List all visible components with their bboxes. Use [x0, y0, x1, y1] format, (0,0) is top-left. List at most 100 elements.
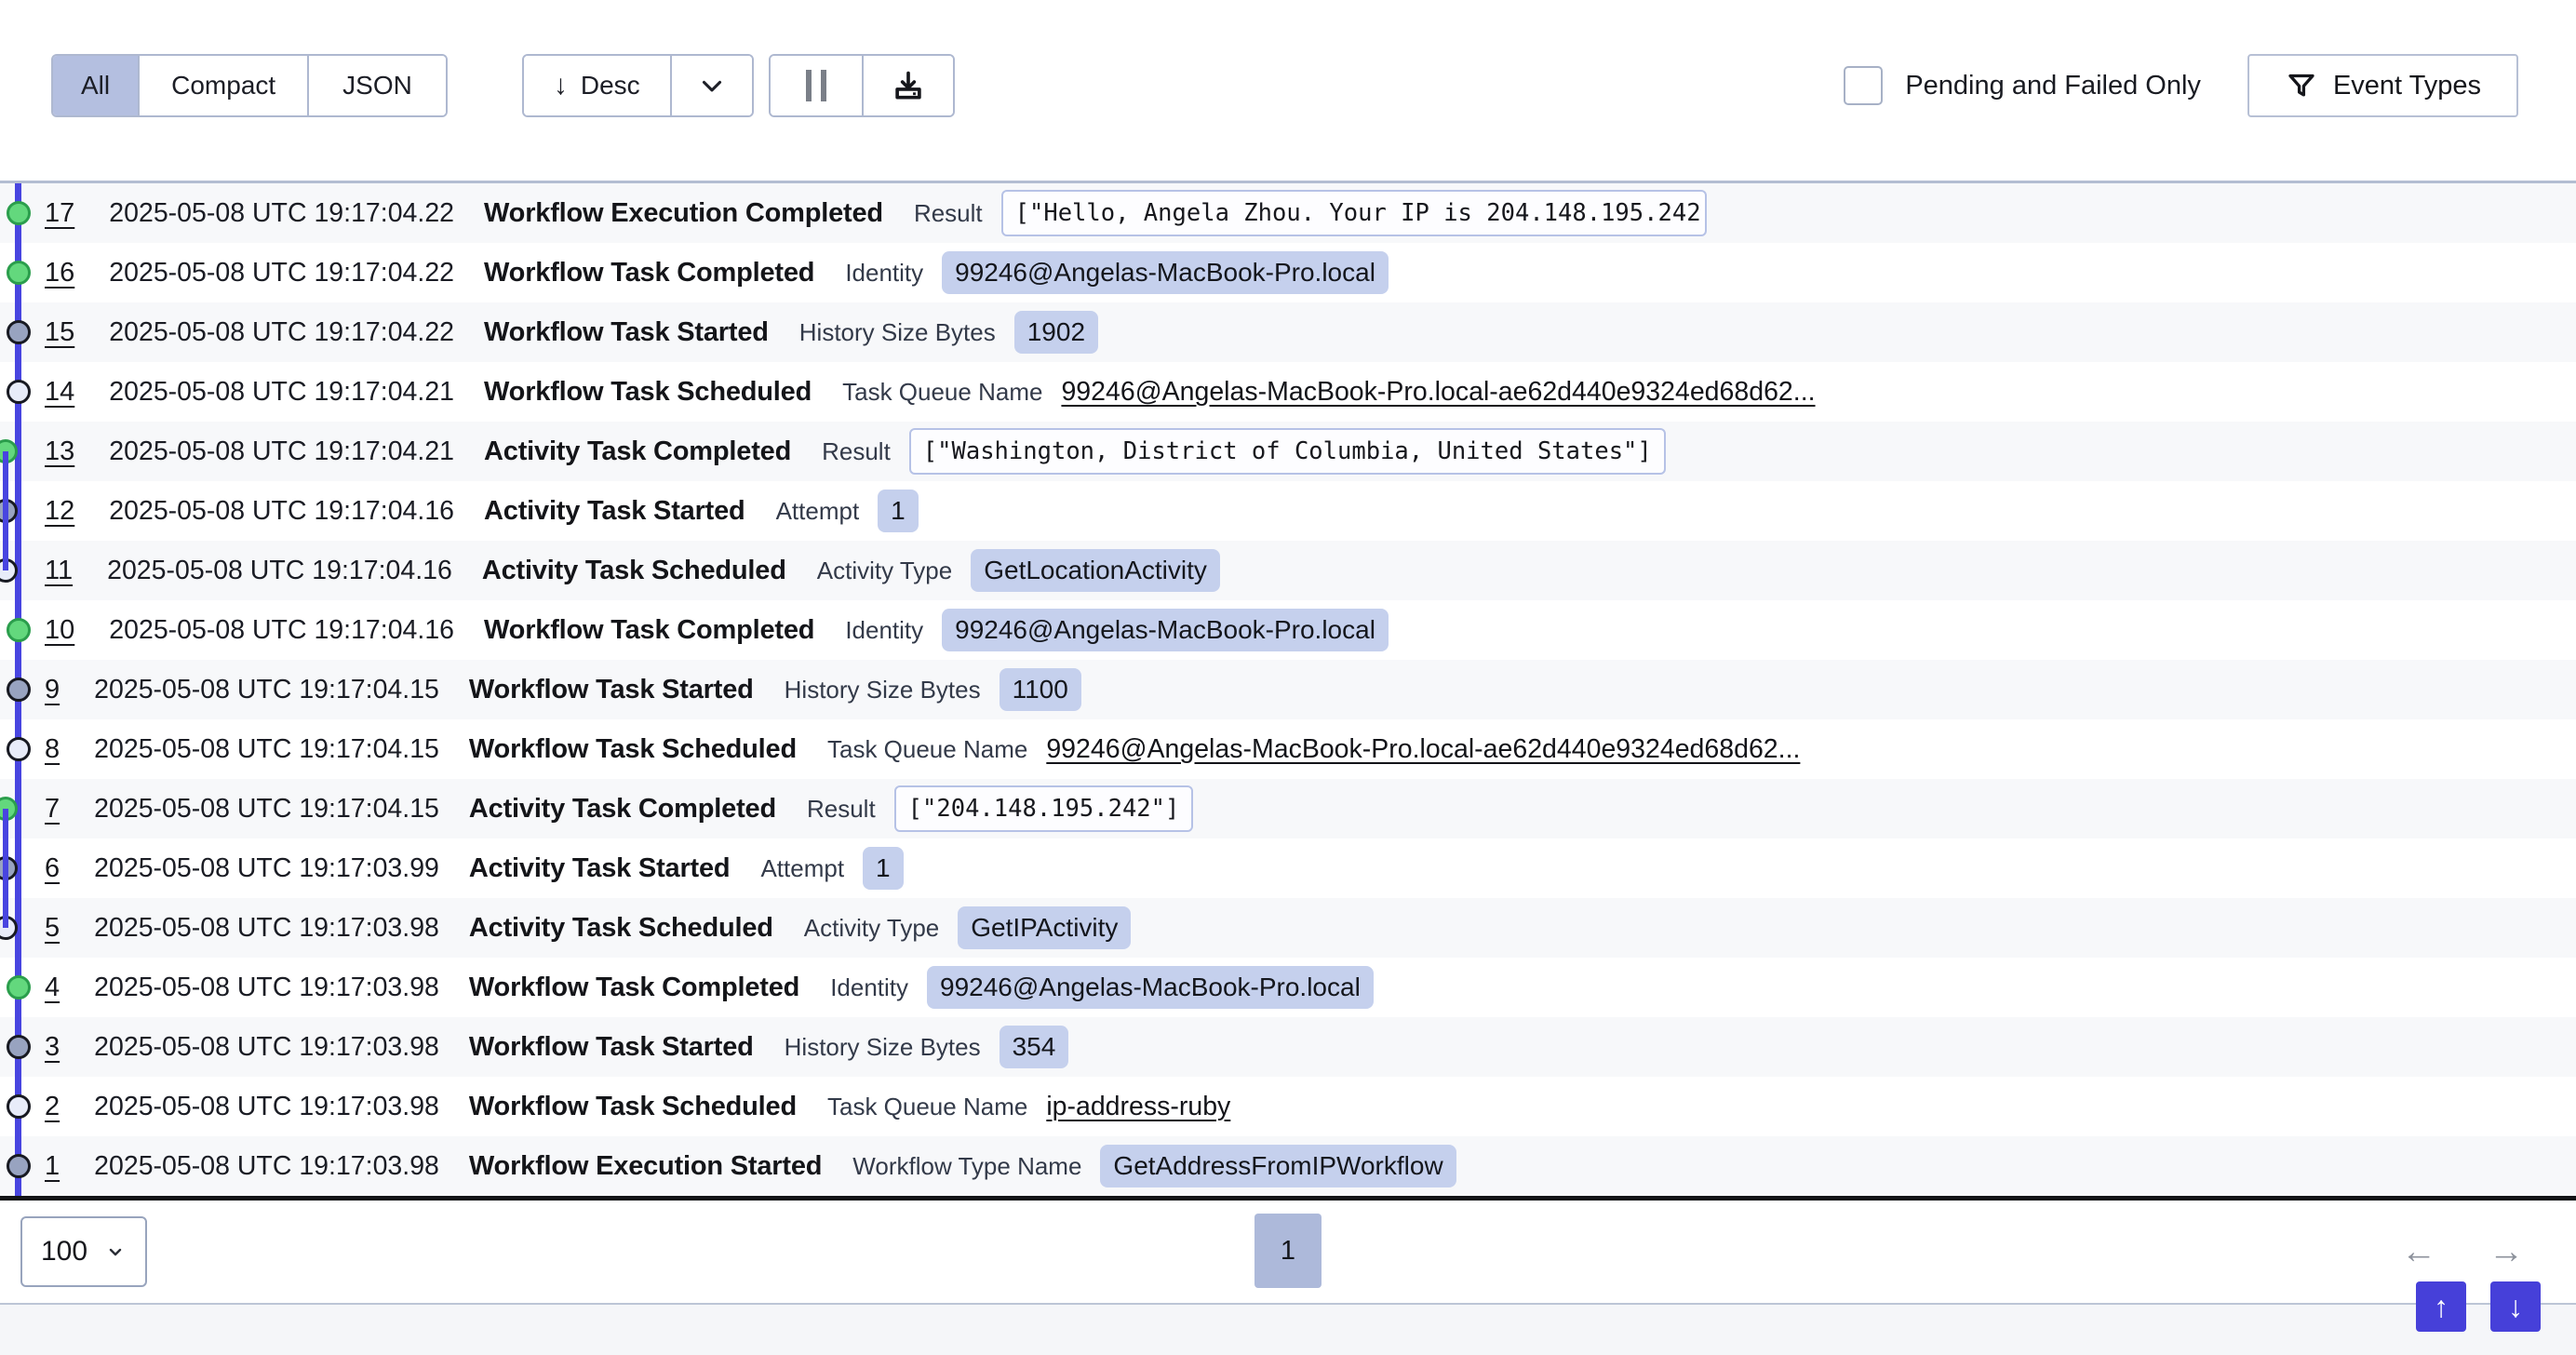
event-row[interactable]: 122025-05-08 UTC 19:17:04.16Activity Tas… — [0, 481, 2576, 541]
event-id-link[interactable]: 8 — [45, 734, 60, 765]
download-button[interactable] — [862, 56, 953, 115]
scroll-to-top-button[interactable]: ↑ — [2416, 1281, 2466, 1332]
chevron-down-icon — [104, 1241, 127, 1263]
event-history-table: 172025-05-08 UTC 19:17:04.22Workflow Exe… — [0, 183, 2576, 1196]
event-row[interactable]: 72025-05-08 UTC 19:17:04.15Activity Task… — [0, 779, 2576, 838]
arrow-up-icon: ↑ — [2434, 1290, 2449, 1324]
event-detail-label: Task Queue Name — [842, 378, 1042, 407]
event-detail-label: Attempt — [760, 854, 844, 883]
event-id-link[interactable]: 1 — [45, 1151, 60, 1182]
event-id-link[interactable]: 4 — [45, 973, 60, 1003]
event-row[interactable]: 32025-05-08 UTC 19:17:03.98Workflow Task… — [0, 1017, 2576, 1077]
event-id-link[interactable]: 12 — [45, 496, 74, 527]
task-queue-link[interactable]: 99246@Angelas-MacBook-Pro.local-ae62d440… — [1046, 734, 1800, 765]
event-row[interactable]: 102025-05-08 UTC 19:17:04.16Workflow Tas… — [0, 600, 2576, 660]
event-id-link[interactable]: 16 — [45, 258, 74, 288]
event-id-link[interactable]: 9 — [45, 675, 60, 705]
event-id-link[interactable]: 10 — [45, 615, 74, 646]
event-id-link[interactable]: 5 — [45, 913, 60, 944]
event-name: Activity Task Completed — [469, 794, 776, 825]
pause-button[interactable] — [771, 56, 862, 115]
task-queue-link[interactable]: ip-address-ruby — [1046, 1092, 1230, 1122]
event-id-link[interactable]: 14 — [45, 377, 74, 408]
event-id-link[interactable]: 7 — [45, 794, 60, 825]
event-name: Workflow Task Started — [484, 317, 769, 348]
event-row[interactable]: 52025-05-08 UTC 19:17:03.98Activity Task… — [0, 898, 2576, 958]
event-detail-value: GetAddressFromIPWorkflow — [1100, 1145, 1456, 1187]
event-name: Workflow Task Scheduled — [469, 734, 797, 765]
sort-direction-button[interactable]: ↓ Desc — [524, 56, 670, 115]
event-id-link[interactable]: 6 — [45, 853, 60, 884]
sort-options-dropdown-button[interactable] — [670, 56, 752, 115]
event-row[interactable]: 82025-05-08 UTC 19:17:04.15Workflow Task… — [0, 719, 2576, 779]
event-detail-badge: 1 — [863, 847, 904, 890]
event-id-link[interactable]: 2 — [45, 1092, 60, 1122]
event-timestamp: 2025-05-08 UTC 19:17:04.16 — [107, 556, 452, 586]
previous-page-button[interactable]: ← — [2401, 1234, 2436, 1269]
event-detail-value: 99246@Angelas-MacBook-Pro.local-ae62d440… — [1046, 734, 1800, 765]
event-detail-value: ["204.148.195.242"] — [894, 785, 1194, 832]
event-row[interactable]: 22025-05-08 UTC 19:17:03.98Workflow Task… — [0, 1077, 2576, 1136]
event-detail-label: Identity — [845, 259, 923, 288]
event-id-link[interactable]: 11 — [45, 556, 73, 586]
event-detail-label: History Size Bytes — [799, 318, 996, 347]
event-name: Workflow Task Completed — [469, 973, 799, 1003]
event-row[interactable]: 15 2025-05-08 UTC 19:17:04.22 Workflow Tas… — [0, 302, 2576, 362]
event-timestamp: 2025-05-08 UTC 19:17:04.22 — [109, 317, 454, 348]
event-detail-value: ["Hello, Angela Zhou. Your IP is 204.148… — [1001, 190, 1707, 236]
event-row[interactable]: 92025-05-08 UTC 19:17:04.15Workflow Task… — [0, 660, 2576, 719]
event-detail-label: Identity — [845, 616, 923, 645]
event-id-link[interactable]: 13 — [45, 436, 74, 467]
event-timestamp: 2025-05-08 UTC 19:17:03.98 — [94, 973, 439, 1003]
scroll-to-bottom-button[interactable]: ↓ — [2490, 1281, 2541, 1332]
event-detail-label: Activity Type — [817, 557, 952, 585]
event-detail-label: History Size Bytes — [785, 1033, 981, 1062]
arrow-right-icon: → — [2489, 1232, 2524, 1271]
event-row[interactable]: 132025-05-08 UTC 19:17:04.21Activity Tas… — [0, 422, 2576, 481]
event-name: Workflow Execution Completed — [484, 198, 883, 229]
event-timestamp: 2025-05-08 UTC 19:17:04.22 — [109, 258, 454, 288]
event-row[interactable]: 12025-05-08 UTC 19:17:03.98Workflow Exec… — [0, 1136, 2576, 1196]
event-timestamp: 2025-05-08 UTC 19:17:03.98 — [94, 1092, 439, 1122]
page-size-value: 100 — [41, 1236, 87, 1268]
arrow-down-icon: ↓ — [2508, 1290, 2523, 1324]
event-detail-label: Workflow Type Name — [852, 1152, 1081, 1181]
next-page-button[interactable]: → — [2489, 1234, 2524, 1269]
current-page-button[interactable]: 1 — [1254, 1214, 1322, 1288]
toolbar-right-cluster: Pending and Failed Only Event Types — [1844, 54, 2518, 117]
event-name: Activity Task Scheduled — [469, 913, 773, 944]
event-detail-value: 354 — [1000, 1026, 1069, 1068]
event-row[interactable]: 142025-05-08 UTC 19:17:04.21Workflow Tas… — [0, 362, 2576, 422]
task-queue-link[interactable]: 99246@Angelas-MacBook-Pro.local-ae62d440… — [1061, 377, 1815, 408]
event-row[interactable]: 62025-05-08 UTC 19:17:03.99Activity Task… — [0, 838, 2576, 898]
event-types-filter-button[interactable]: Event Types — [2247, 54, 2518, 117]
event-id-link[interactable]: 3 — [45, 1032, 60, 1063]
event-result-code: ["Washington, District of Columbia, Unit… — [909, 428, 1666, 475]
event-detail-label: Activity Type — [804, 914, 939, 943]
view-tab-group: All Compact JSON — [51, 54, 448, 117]
pagination-footer: 100 1 ← → — [0, 1201, 2576, 1305]
event-timestamp: 2025-05-08 UTC 19:17:03.99 — [94, 853, 439, 884]
event-row[interactable]: 172025-05-08 UTC 19:17:04.22Workflow Exe… — [0, 183, 2576, 243]
event-row[interactable]: 112025-05-08 UTC 19:17:04.16Activity Tas… — [0, 541, 2576, 600]
event-detail-value: 1902 — [1014, 311, 1098, 354]
event-detail-badge: 99246@Angelas-MacBook-Pro.local — [927, 966, 1374, 1009]
event-timestamp: 2025-05-08 UTC 19:17:04.21 — [109, 436, 454, 467]
pager-arrows: ← → — [2401, 1234, 2524, 1269]
tab-compact-label: Compact — [171, 71, 275, 101]
tab-json[interactable]: JSON — [307, 56, 446, 115]
event-row[interactable]: 4 2025-05-08 UTC 19:17:03.98 Workflow Task… — [0, 958, 2576, 1017]
event-detail-value: ip-address-ruby — [1046, 1092, 1230, 1122]
event-timestamp: 2025-05-08 UTC 19:17:04.16 — [109, 615, 454, 646]
tab-all[interactable]: All — [53, 56, 138, 115]
page-size-select[interactable]: 100 — [20, 1216, 147, 1287]
event-detail-badge: 1902 — [1014, 311, 1098, 354]
pending-failed-checkbox[interactable] — [1844, 66, 1883, 105]
event-detail-value: 1100 — [1000, 668, 1081, 711]
tab-compact[interactable]: Compact — [138, 56, 307, 115]
event-id-link[interactable]: 17 — [45, 198, 74, 229]
event-timestamp: 2025-05-08 UTC 19:17:04.21 — [109, 377, 454, 408]
funnel-icon — [2285, 69, 2318, 102]
event-row[interactable]: 162025-05-08 UTC 19:17:04.22Workflow Tas… — [0, 243, 2576, 302]
event-id-link[interactable]: 15 — [45, 317, 74, 348]
